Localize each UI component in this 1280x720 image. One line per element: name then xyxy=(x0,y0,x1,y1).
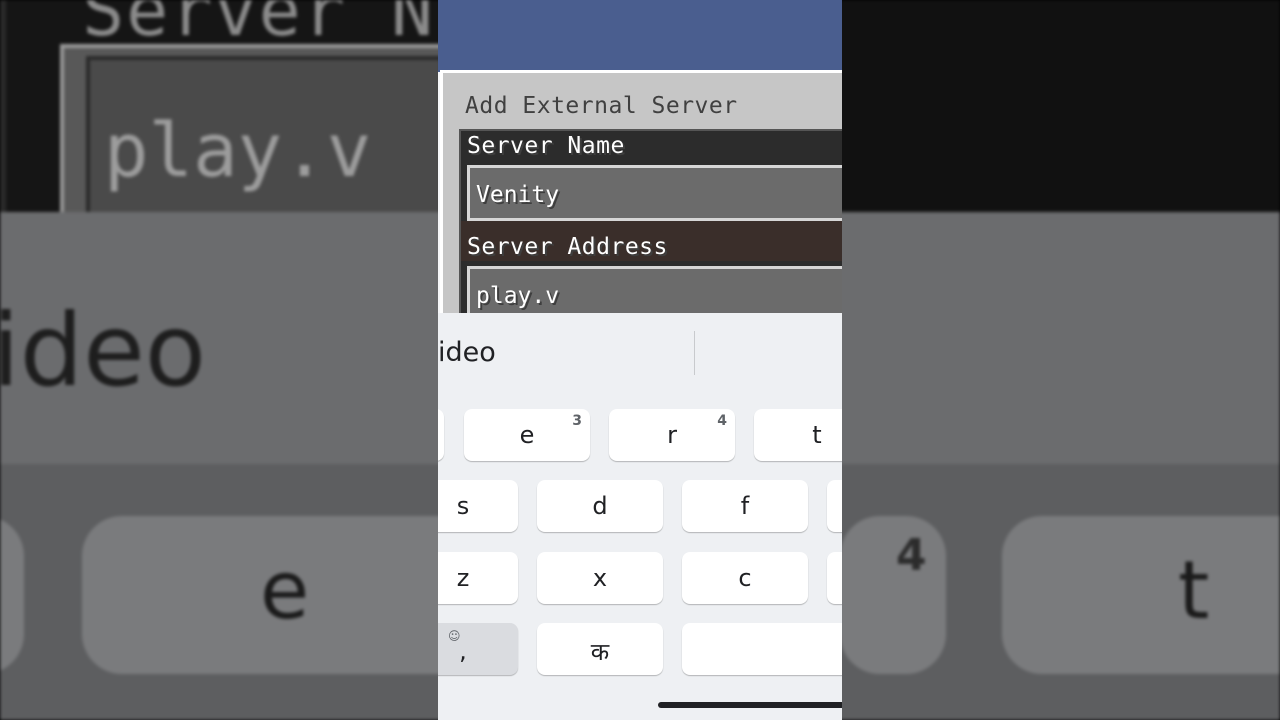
background-key-e-label: e xyxy=(260,544,310,637)
key-x-label: x xyxy=(592,564,608,592)
key-s[interactable]: s xyxy=(438,480,518,532)
key-t[interactable]: t xyxy=(754,409,842,461)
suggestion-divider xyxy=(694,331,695,375)
server-name-field[interactable]: Venity xyxy=(467,165,842,221)
comma-key[interactable]: ☺ , xyxy=(438,623,518,675)
background-key-r: 4 xyxy=(840,516,946,674)
phone-screen: Add External Server Server Name Venity S… xyxy=(438,0,842,720)
key-z-label: z xyxy=(456,564,470,592)
dialog-title: Add External Server xyxy=(465,93,738,119)
background-label-text: Server N xyxy=(82,0,436,52)
key-c-label: c xyxy=(738,564,752,592)
background-key-t: t xyxy=(1002,516,1280,674)
dialog-content: Server Name Venity Server Address play.v xyxy=(459,129,842,322)
background-key-t-label: t xyxy=(1178,544,1210,637)
background-key xyxy=(0,516,24,674)
key-r-label: r xyxy=(667,421,677,449)
gesture-nav-bar[interactable] xyxy=(658,702,842,708)
suggestion-bar: ideo xyxy=(438,313,842,395)
key-w[interactable] xyxy=(438,409,444,461)
key-v[interactable] xyxy=(827,552,842,604)
key-e-number: 3 xyxy=(572,413,582,429)
key-e-label: e xyxy=(519,421,535,449)
language-key[interactable]: क xyxy=(537,623,663,675)
key-z[interactable]: z xyxy=(438,552,518,604)
suggestion-word[interactable]: ideo xyxy=(438,337,496,368)
game-sky xyxy=(438,0,842,72)
key-s-label: s xyxy=(456,492,470,520)
key-d[interactable]: d xyxy=(537,480,663,532)
key-d-label: d xyxy=(592,492,608,520)
language-key-label: क xyxy=(590,638,610,666)
key-f-label: f xyxy=(740,492,750,520)
key-r-number: 4 xyxy=(717,413,727,429)
background-key-r-num: 4 xyxy=(896,530,927,581)
space-key[interactable] xyxy=(682,623,842,675)
background-input-text: play.v xyxy=(104,108,372,194)
key-e[interactable]: e 3 xyxy=(464,409,590,461)
background-key-e: e xyxy=(82,516,482,674)
key-t-label: t xyxy=(812,421,822,449)
background-edge xyxy=(0,0,6,212)
background-suggestion-word: ideo xyxy=(0,292,206,409)
key-c[interactable]: c xyxy=(682,552,808,604)
server-address-label: Server Address xyxy=(467,234,668,260)
key-g[interactable] xyxy=(827,480,842,532)
key-x[interactable]: x xyxy=(537,552,663,604)
add-server-dialog: Add External Server Server Name Venity S… xyxy=(440,70,842,322)
background-right-panel xyxy=(840,0,1280,212)
server-name-value: Venity xyxy=(476,182,560,208)
keyboard: e 3 r 4 t s d f z x c ☺ , क xyxy=(438,395,842,720)
key-f[interactable]: f xyxy=(682,480,808,532)
server-name-label: Server Name xyxy=(467,133,625,159)
comma-key-label: , xyxy=(459,637,467,665)
server-address-value: play.v xyxy=(476,283,560,309)
key-r[interactable]: r 4 xyxy=(609,409,735,461)
